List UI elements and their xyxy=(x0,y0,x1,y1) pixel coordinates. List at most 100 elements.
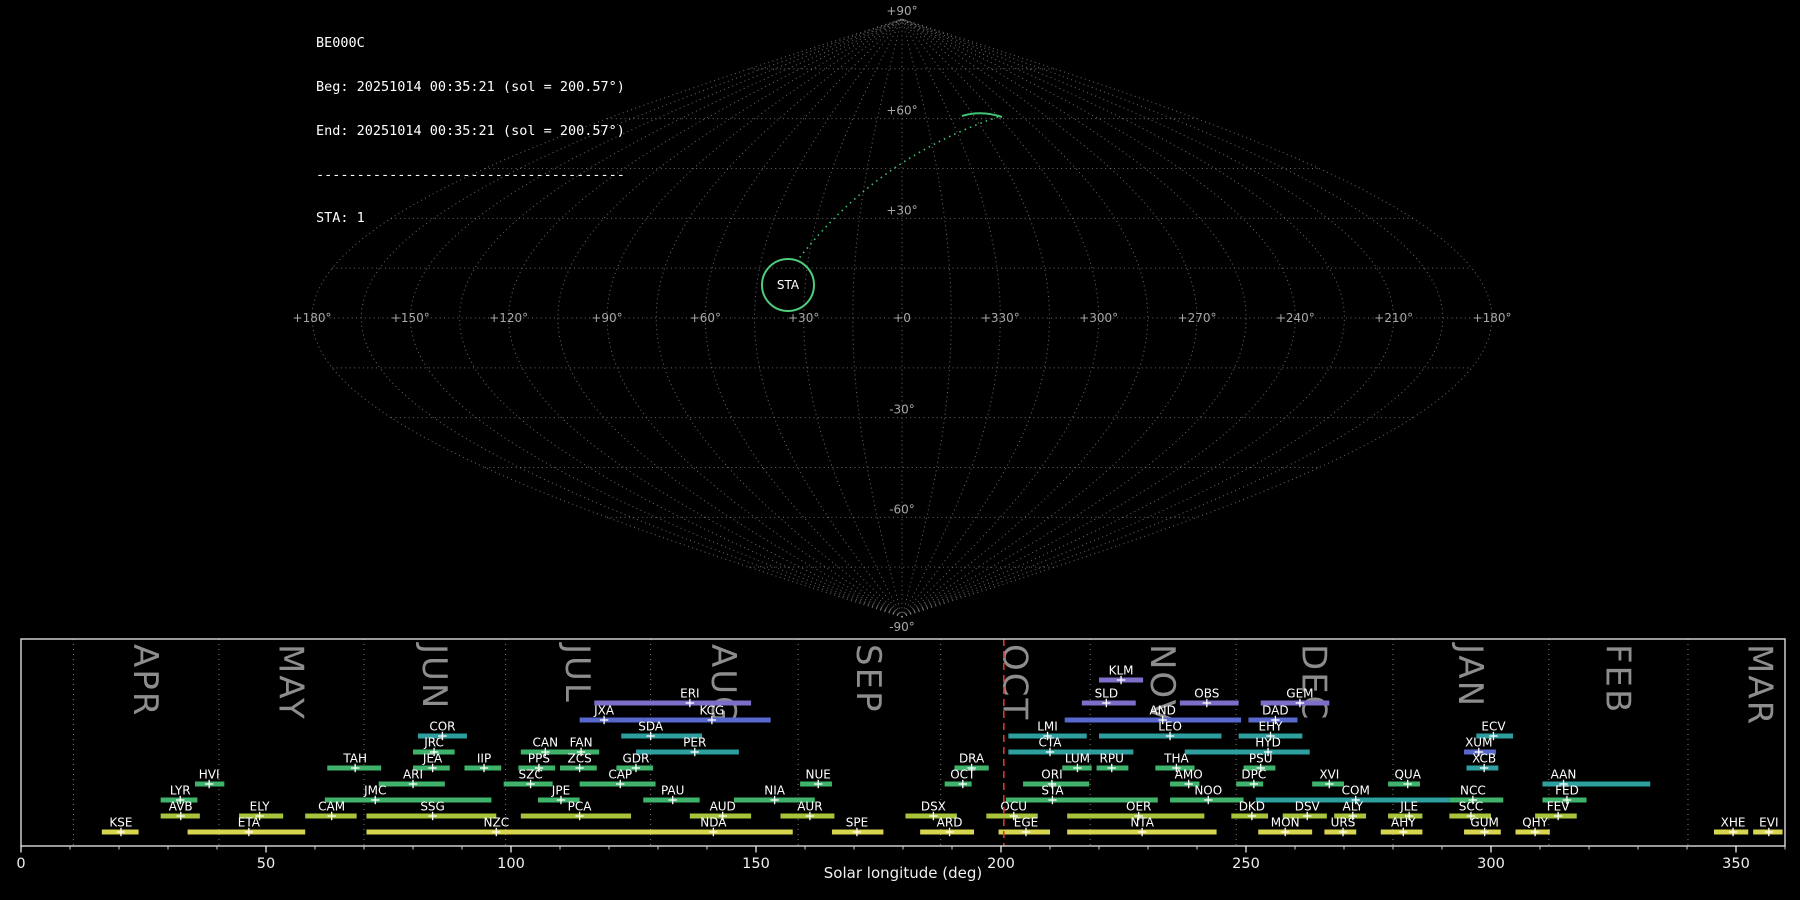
shower-bar xyxy=(623,829,793,835)
sta-count-line: STA: 1 xyxy=(316,210,365,227)
shower-label: NUE xyxy=(806,768,831,782)
shower-label: AAN xyxy=(1551,768,1577,782)
sky-lon-label: +180° xyxy=(293,311,332,325)
sky-lat-label: +90° xyxy=(886,4,917,18)
month-label: SEP xyxy=(848,644,888,714)
month-label: JUN xyxy=(414,642,454,710)
shower-label: DAD xyxy=(1262,704,1288,718)
sky-lat-label: -60° xyxy=(889,502,915,516)
shower-label: QUA xyxy=(1394,768,1421,782)
shower-label: HVI xyxy=(199,768,220,782)
shower-label: RPU xyxy=(1100,752,1124,766)
sky-lon-label: +240° xyxy=(1276,311,1315,325)
shower-label: IIP xyxy=(477,752,491,766)
shower-label: OBS xyxy=(1194,687,1219,701)
shower-label: SSG xyxy=(420,800,445,814)
shower-label: ALY xyxy=(1342,800,1363,814)
month-label: MAY xyxy=(270,644,310,721)
shower-label: CTA xyxy=(1039,736,1063,750)
shower-label: LYR xyxy=(170,784,191,798)
shower-label: FEV xyxy=(1547,800,1570,814)
shower-label: JPE xyxy=(551,784,570,798)
shower-label: ORI xyxy=(1041,768,1062,782)
shower-label: SCC xyxy=(1459,800,1483,814)
shower-bar xyxy=(944,781,972,787)
month-label: JAN xyxy=(1450,642,1490,708)
shower-bar xyxy=(1099,733,1222,739)
shower-label: SPE xyxy=(846,816,868,830)
shower-label: AHY xyxy=(1391,816,1416,830)
shower-label: NTA xyxy=(1130,816,1154,830)
sky-lat-label: +60° xyxy=(886,104,917,118)
shower-bar xyxy=(594,700,752,706)
shower-label: ELY xyxy=(250,800,271,814)
shower-label: ECV xyxy=(1481,720,1506,734)
shower-bar xyxy=(324,797,492,803)
shower-bar xyxy=(1184,749,1310,755)
shower-label: PER xyxy=(683,736,706,750)
shower-label: PCA xyxy=(568,800,593,814)
radiant-drift-head xyxy=(961,112,1003,118)
shower-label: NCC xyxy=(1460,784,1486,798)
station-code: BE000C xyxy=(316,35,365,52)
shower-label: SLD xyxy=(1095,687,1119,701)
shower-label: EGE xyxy=(1014,816,1038,830)
shower-label: JLE xyxy=(1399,800,1418,814)
shower-label: SZC xyxy=(518,768,542,782)
shower-bar xyxy=(366,829,644,835)
shower-label: XVI xyxy=(1319,768,1339,782)
sky-lat-label: -90° xyxy=(889,620,915,634)
month-label: APR xyxy=(125,644,165,717)
shower-label: NIA xyxy=(764,784,786,798)
sky-lon-label: +120° xyxy=(489,311,528,325)
shower-label: OER xyxy=(1126,800,1151,814)
sky-lon-label: +210° xyxy=(1374,311,1413,325)
shower-label: KCG xyxy=(699,704,724,718)
shower-label: AUR xyxy=(797,800,822,814)
month-label: FEB xyxy=(1597,644,1637,714)
plot-canvas: +180° +150° +120° +90° +60° +30° +0 +330° +300° +… xyxy=(16,4,1786,872)
shower-label: JXA xyxy=(593,704,615,718)
shower-label: EVI xyxy=(1759,816,1778,830)
shower-label: ARI xyxy=(403,768,423,782)
sky-lon-label: +300° xyxy=(1079,311,1118,325)
shower-label: GEM xyxy=(1286,687,1313,701)
month-label: MAR xyxy=(1740,644,1780,726)
sky-lat-label: +30° xyxy=(886,203,917,217)
shower-label: ETA xyxy=(238,816,261,830)
shower-label: QHY xyxy=(1522,816,1548,830)
shower-label: GUM xyxy=(1470,816,1498,830)
shower-bar xyxy=(635,749,739,755)
shower-label: ZCS xyxy=(567,752,591,766)
beg-time-line: Beg: 20251014 00:35:21 (sol = 200.57°) xyxy=(316,78,625,95)
sky-lon-label: +150° xyxy=(391,311,430,325)
radiant-drift-path xyxy=(796,116,999,262)
shower-label: FED xyxy=(1555,784,1579,798)
sky-lon-label: +60° xyxy=(690,311,721,325)
month-label: DEC xyxy=(1294,644,1334,721)
shower-label: DKD xyxy=(1239,800,1265,814)
shower-label: XHE xyxy=(1721,816,1746,830)
shower-label: ERI xyxy=(680,687,699,701)
end-time-line: End: 20251014 00:35:21 (sol = 200.57°) xyxy=(316,122,625,139)
shower-label: DRA xyxy=(959,752,985,766)
shower-label: CAN xyxy=(533,736,559,750)
shower-label: GDR xyxy=(623,752,650,766)
shower-label: PPS xyxy=(528,752,550,766)
separator-line: -------------------------------------- xyxy=(316,166,625,183)
shower-label: AVB xyxy=(169,800,193,814)
shower-label: XCB xyxy=(1472,752,1496,766)
shower-label: CAM xyxy=(318,800,345,814)
shower-label: CAP xyxy=(608,768,632,782)
shower-label: KLM xyxy=(1109,664,1134,678)
shower-label: AUD xyxy=(710,800,736,814)
shower-label: COM xyxy=(1342,784,1370,798)
x-axis-title: Solar longitude (deg) xyxy=(823,864,983,882)
sky-lon-label: +0 xyxy=(893,311,911,325)
shower-label: LUM xyxy=(1065,752,1090,766)
shower-label: PAU xyxy=(661,784,684,798)
shower-label: DSV xyxy=(1295,800,1321,814)
shower-label: EHY xyxy=(1259,720,1284,734)
shower-label: TAH xyxy=(342,752,367,766)
shower-label: THA xyxy=(1163,752,1189,766)
